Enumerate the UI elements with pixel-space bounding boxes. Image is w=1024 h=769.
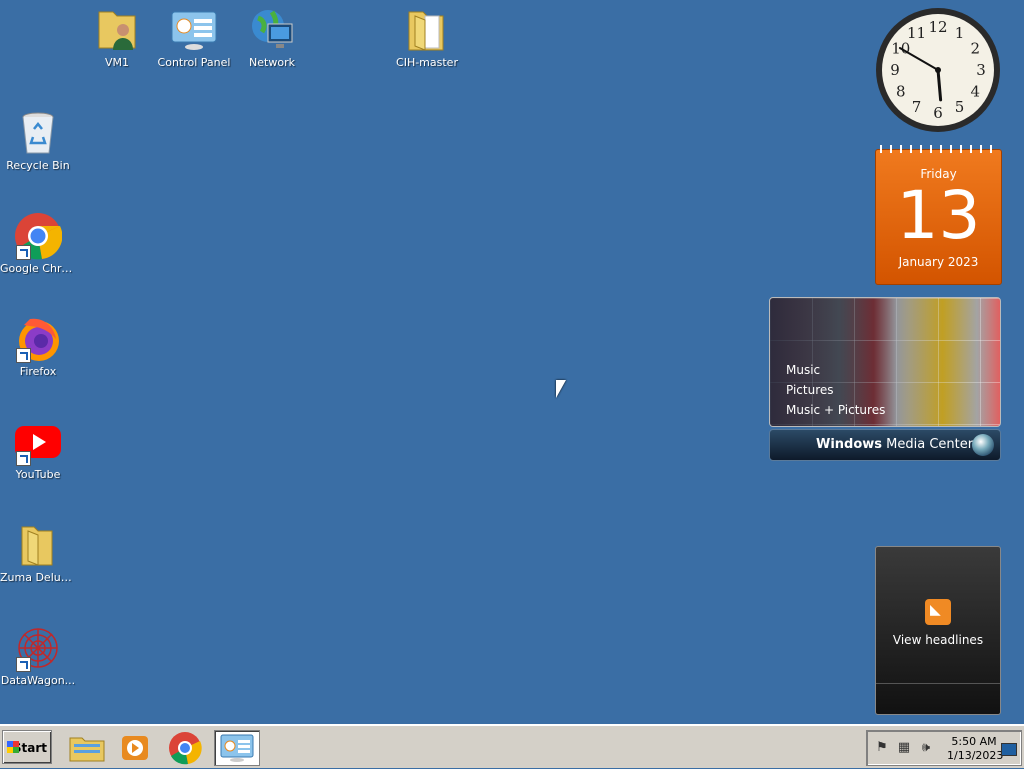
clock-numeral: 9 (890, 61, 900, 79)
clock-numeral: 4 (970, 83, 980, 101)
start-button[interactable]: Start (2, 730, 52, 764)
media-center-item-music[interactable]: Music (786, 360, 885, 380)
network-icon (248, 6, 296, 54)
mouse-cursor-icon (556, 380, 566, 398)
folder-icon (14, 521, 62, 569)
headlines-gadget[interactable]: View headlines (875, 546, 1001, 715)
desktop-icon-label: Google Chrome (0, 262, 76, 275)
clock-numeral: 1 (955, 24, 965, 42)
windows-orb-icon (972, 434, 994, 456)
desktop-icon-zuma-deluxe-2[interactable]: Zuma Deluxe 2 (0, 521, 76, 584)
user-folder-icon (93, 6, 141, 54)
clock-numeral: 8 (896, 83, 906, 101)
clock-numeral: 3 (976, 61, 986, 79)
desktop-icon-label: Network (249, 56, 295, 69)
taskbar-media-player-button[interactable] (114, 730, 156, 766)
desktop-icon-recycle-bin[interactable]: Recycle Bin (0, 109, 76, 172)
datawagon-icon (14, 624, 62, 672)
volume-icon[interactable]: 🕪 (919, 741, 933, 755)
youtube-icon (14, 418, 62, 466)
view-headlines-link[interactable]: View headlines (876, 633, 1000, 647)
tray-clock[interactable]: 5:50 AM 1/13/2023 (947, 735, 1004, 763)
chrome-icon (14, 212, 63, 260)
media-center-tiles: Music Pictures Music + Pictures (769, 297, 1001, 427)
desktop[interactable]: VM1 Control Panel Network CIH-master Rec… (0, 0, 1024, 724)
calendar-rings (880, 145, 997, 153)
media-center-brand-rest: Media Center (882, 437, 974, 452)
media-center-item-music-pictures[interactable]: Music + Pictures (786, 400, 885, 420)
system-tray: ⚑ ▦ 🕪 5:50 AM 1/13/2023 (866, 730, 1022, 766)
media-player-icon (122, 736, 148, 760)
desktop-icon-network[interactable]: Network (234, 6, 310, 69)
desktop-icon-youtube[interactable]: YouTube (0, 418, 76, 481)
shortcut-arrow-icon (16, 245, 31, 260)
desktop-icon-label: Control Panel (157, 56, 231, 69)
calendar-gadget[interactable]: Friday 13 January 2023 (875, 145, 1002, 285)
desktop-icon-vm1[interactable]: VM1 (79, 6, 155, 69)
shortcut-arrow-icon (16, 451, 31, 466)
taskbar-file-explorer-button[interactable] (66, 730, 108, 766)
show-desktop-icon[interactable] (1001, 743, 1017, 756)
clock-numeral: 11 (907, 24, 926, 42)
rss-icon (925, 599, 951, 625)
shortcut-arrow-icon (16, 348, 31, 363)
headlines-divider (876, 683, 1000, 684)
clock-numeral: 5 (955, 98, 965, 116)
chrome-icon (169, 732, 202, 765)
control-panel-icon (220, 734, 254, 762)
desktop-icon-datawagon[interactable]: DataWagon... (0, 624, 76, 687)
control-panel-icon (170, 6, 218, 54)
desktop-icon-label: Recycle Bin (6, 159, 70, 172)
media-center-item-pictures[interactable]: Pictures (786, 380, 885, 400)
taskbar: Start ⚑ ▦ 🕪 5:50 AM 1/13/2023 (0, 724, 1024, 768)
desktop-icon-label: Firefox (19, 365, 57, 378)
taskbar-chrome-button[interactable] (164, 730, 206, 766)
desktop-icon-label: VM1 (104, 56, 129, 69)
media-center-brand-bold: Windows (816, 437, 883, 452)
shortcut-arrow-icon (16, 657, 31, 672)
desktop-icon-control-panel[interactable]: Control Panel (156, 6, 232, 69)
windows-flag-icon (7, 741, 19, 753)
clock-numeral: 6 (933, 104, 943, 122)
clock-numeral: 12 (928, 18, 947, 36)
desktop-icon-google-chrome[interactable]: Google Chrome (0, 212, 76, 275)
recycle-bin-icon (14, 109, 62, 157)
desktop-icon-label: CIH-master (396, 56, 458, 69)
firefox-icon (14, 315, 62, 363)
tray-date: 1/13/2023 (947, 749, 1004, 762)
file-explorer-icon (69, 737, 105, 762)
media-center-gadget[interactable]: Music Pictures Music + Pictures Windows … (769, 297, 1001, 462)
clock-face: 12 1234567891011 (876, 8, 1000, 132)
desktop-icon-cih-master[interactable]: CIH-master (389, 6, 465, 69)
desktop-icon-label: Zuma Deluxe 2 (0, 571, 76, 584)
desktop-icon-label: YouTube (15, 468, 61, 481)
clock-numeral: 7 (912, 98, 922, 116)
tray-time: 5:50 AM (951, 735, 997, 748)
taskbar-control-panel-button[interactable] (214, 730, 260, 766)
calendar-day-number: 13 (896, 177, 981, 254)
network-tray-icon[interactable]: ▦ (897, 741, 911, 755)
media-center-launch-bar[interactable]: Windows Media Center (769, 429, 1001, 461)
folder-icon (403, 6, 451, 54)
clock-numeral: 2 (970, 40, 980, 58)
action-center-flag-icon[interactable]: ⚑ (875, 741, 889, 755)
desktop-icon-firefox[interactable]: Firefox (0, 315, 76, 378)
clock-gadget[interactable]: 12 1 2 3 4 5 6 7 8 9 10 11 (874, 6, 1002, 134)
desktop-icon-label: DataWagon... (0, 674, 76, 687)
calendar-month-year: January 2023 (898, 255, 979, 269)
